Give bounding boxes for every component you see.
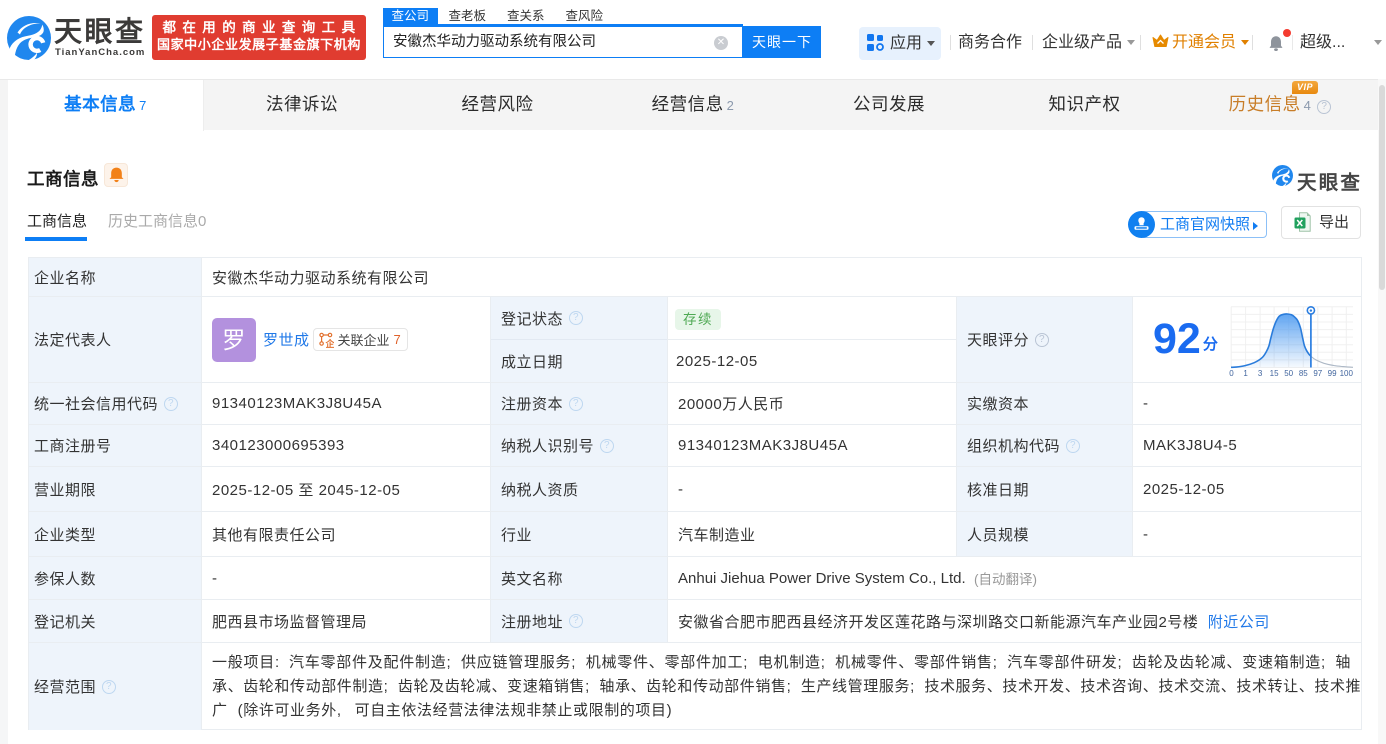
svg-text:50: 50 [1284, 369, 1293, 378]
svg-text:0: 0 [1229, 369, 1234, 378]
svg-text:3: 3 [1258, 369, 1263, 378]
svg-text:100: 100 [1340, 369, 1354, 378]
svg-text:99: 99 [1328, 369, 1337, 378]
svg-text:企: 企 [324, 338, 334, 348]
svg-text:85: 85 [1299, 369, 1308, 378]
svg-text:97: 97 [1313, 369, 1322, 378]
svg-text:15: 15 [1270, 369, 1279, 378]
svg-text:1: 1 [1243, 369, 1248, 378]
